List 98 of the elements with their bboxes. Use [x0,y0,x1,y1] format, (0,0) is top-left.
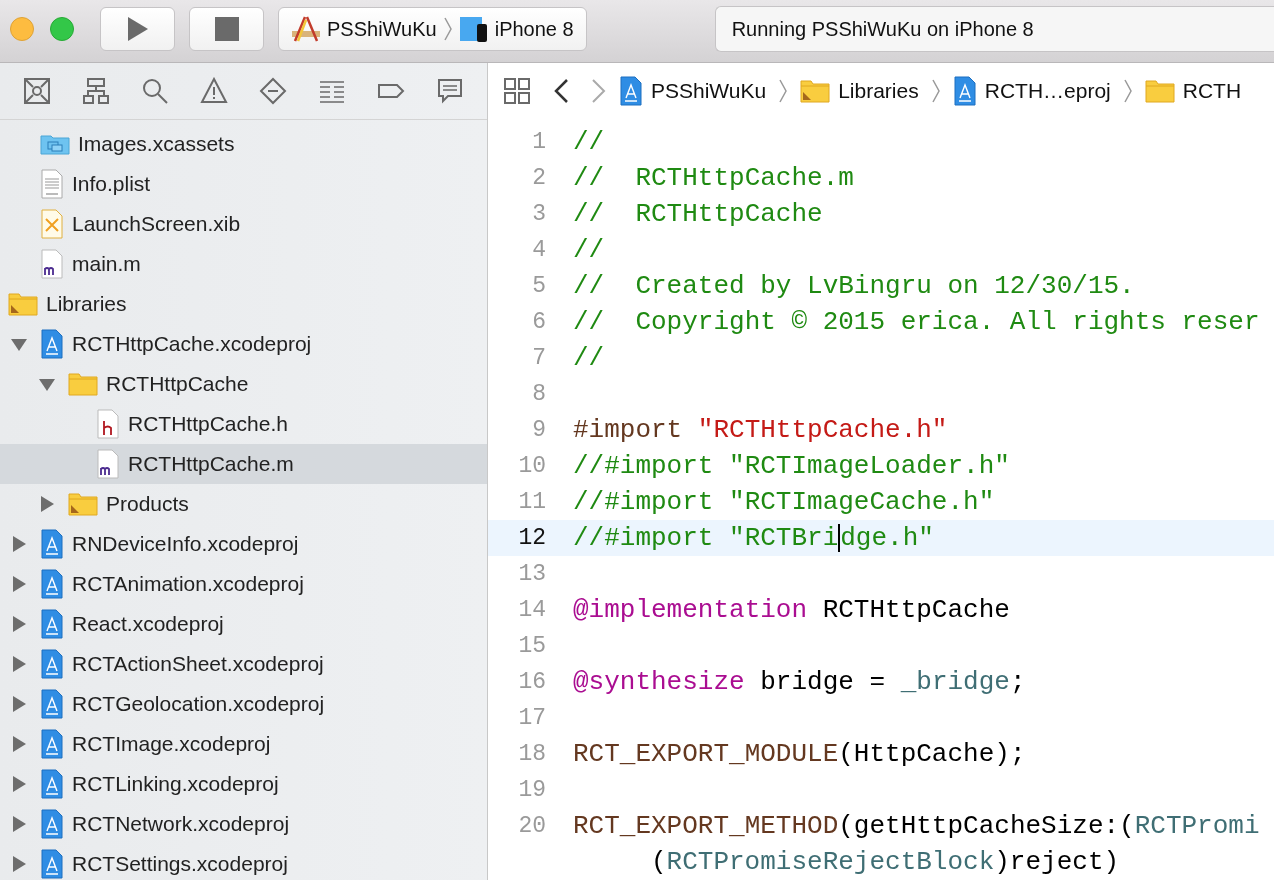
navigator-tab[interactable] [258,77,287,105]
play-icon [126,16,149,42]
code-line: 9 #import "RCTHttpCache.h" [531,414,949,447]
m-file-icon [40,249,64,279]
scheme-selector[interactable]: PSShiWuKu iPhone 8 [278,7,587,51]
stop-icon [214,17,239,41]
h-file-icon [96,409,120,439]
collapsed-triangle-icon[interactable] [38,495,56,513]
collapsed-triangle-icon[interactable] [10,735,28,753]
code-line: 15 [517,632,547,661]
collapsed-triangle-icon[interactable] [10,575,28,593]
code-line: (RCTPromiseRejectBlock)reject) [650,846,1121,879]
collapsed-triangle-icon[interactable] [10,775,28,793]
file-item[interactable]: RCTHttpCache.xcodeproj [0,324,487,364]
file-item[interactable]: RCTSettings.xcodeproj [0,844,487,880]
file-item[interactable]: RCTActionSheet.xcodeproj [0,644,487,684]
breadcrumb[interactable]: RCTH [1144,79,1242,103]
forward-icon[interactable] [591,78,607,104]
breadcrumb[interactable]: Libraries [800,79,919,103]
asset-folder-icon [40,133,70,155]
folder-icon [68,492,98,516]
file-item[interactable]: RCTGeolocation.xcodeproj [0,684,487,724]
project-file-icon [40,729,64,759]
code-line: 18 RCT_EXPORT_MODULE(HttpCache); [517,738,1027,771]
file-item[interactable]: LaunchScreen.xib [0,204,487,244]
chevron-icon [930,78,941,104]
zoom-button[interactable] [50,17,74,41]
app-tools-icon [291,14,321,44]
navigator-tab[interactable] [82,77,111,105]
folder-icon [68,372,98,396]
project-file-icon [619,76,643,106]
collapsed-triangle-icon[interactable] [10,655,28,673]
project-file-icon [952,76,977,106]
navigator-tab[interactable] [435,77,464,105]
project-file-icon [40,649,64,679]
stop-button[interactable] [189,7,264,51]
code-line: 20 RCT_EXPORT_METHOD(getHttpCacheSize:(RCTPromi [517,810,1261,843]
code-line: 4 // [531,234,606,267]
file-item[interactable]: Libraries [0,284,487,324]
folder-icon [8,292,38,316]
file-item[interactable]: React.xcodeproj [0,604,487,644]
file-item[interactable]: Info.plist [0,164,487,204]
file-item[interactable]: RCTAnimation.xcodeproj [0,564,487,604]
navigator-tab[interactable] [200,77,229,105]
plist-file-icon [40,169,64,199]
folder-icon [800,79,831,103]
code-line: 8 [531,380,547,409]
file-item[interactable]: Images.xcassets [0,124,487,164]
breadcrumb[interactable]: RCTH…eproj [952,76,1111,106]
file-item[interactable]: main.m [0,244,487,284]
collapsed-triangle-icon[interactable] [10,815,28,833]
project-file-icon [40,569,64,599]
code-line: 10 //#import "RCTImageLoader.h" [517,450,1011,483]
file-item[interactable]: RCTNetwork.xcodeproj [0,804,487,844]
activity-field: Running PSShiWuKu on iPhone 8 [714,6,1274,52]
project-file-icon [40,809,64,839]
code-line: 3 // RCTHttpCache [531,198,824,231]
file-item[interactable]: RNDeviceInfo.xcodeproj [0,524,487,564]
navigator-tab[interactable] [23,77,52,105]
project-file-icon [40,529,64,559]
code-line: 19 [517,776,547,805]
project-file-icon [40,769,64,799]
code-line: 16 @synthesize bridge = _bridge; [517,666,1027,699]
code-line: 5 // Created by LvBingru on 12/30/15. [531,270,1136,303]
chevron-icon [442,16,453,42]
code-line: 17 [517,704,547,733]
run-button[interactable] [100,7,175,51]
file-item[interactable]: RCTHttpCache [0,364,487,404]
code-line: 14 @implementation RCTHttpCache [517,594,1011,627]
code-line: 6 // Copyright © 2015 erica. All rights reser [531,306,1261,339]
project-file-icon [40,329,64,359]
collapsed-triangle-icon[interactable] [10,855,28,873]
collapsed-triangle-icon[interactable] [10,695,28,713]
back-icon[interactable] [553,78,569,104]
related-items-icon[interactable] [503,77,531,105]
project-file-icon [40,609,64,639]
folder-icon [1144,79,1175,103]
code-line: 7 // [531,342,606,375]
code-line: 11 //#import "RCTImageCache.h" [517,486,996,519]
file-item[interactable]: RCTLinking.xcodeproj [0,764,487,804]
project-file-icon [40,849,64,879]
code-line: 13 [517,560,547,589]
xib-file-icon [40,209,64,239]
navigator-tab[interactable] [141,77,170,105]
device-icon [458,15,489,43]
m-file-icon [96,449,120,479]
breadcrumb[interactable]: PSShiWuKu [619,76,767,106]
collapsed-triangle-icon[interactable] [10,615,28,633]
project-file-icon [40,689,64,719]
file-item[interactable]: RCTHttpCache.h [0,404,487,444]
file-item[interactable]: Products [0,484,487,524]
file-item[interactable]: RCTImage.xcodeproj [0,724,487,764]
chevron-icon [1122,78,1133,104]
collapsed-triangle-icon[interactable] [10,535,28,553]
code-line: 1 // [531,126,606,159]
chevron-icon [778,78,789,104]
code-line: 2 // RCTHttpCache.m [531,162,855,195]
file-item[interactable]: RCTHttpCache.m [0,444,487,484]
